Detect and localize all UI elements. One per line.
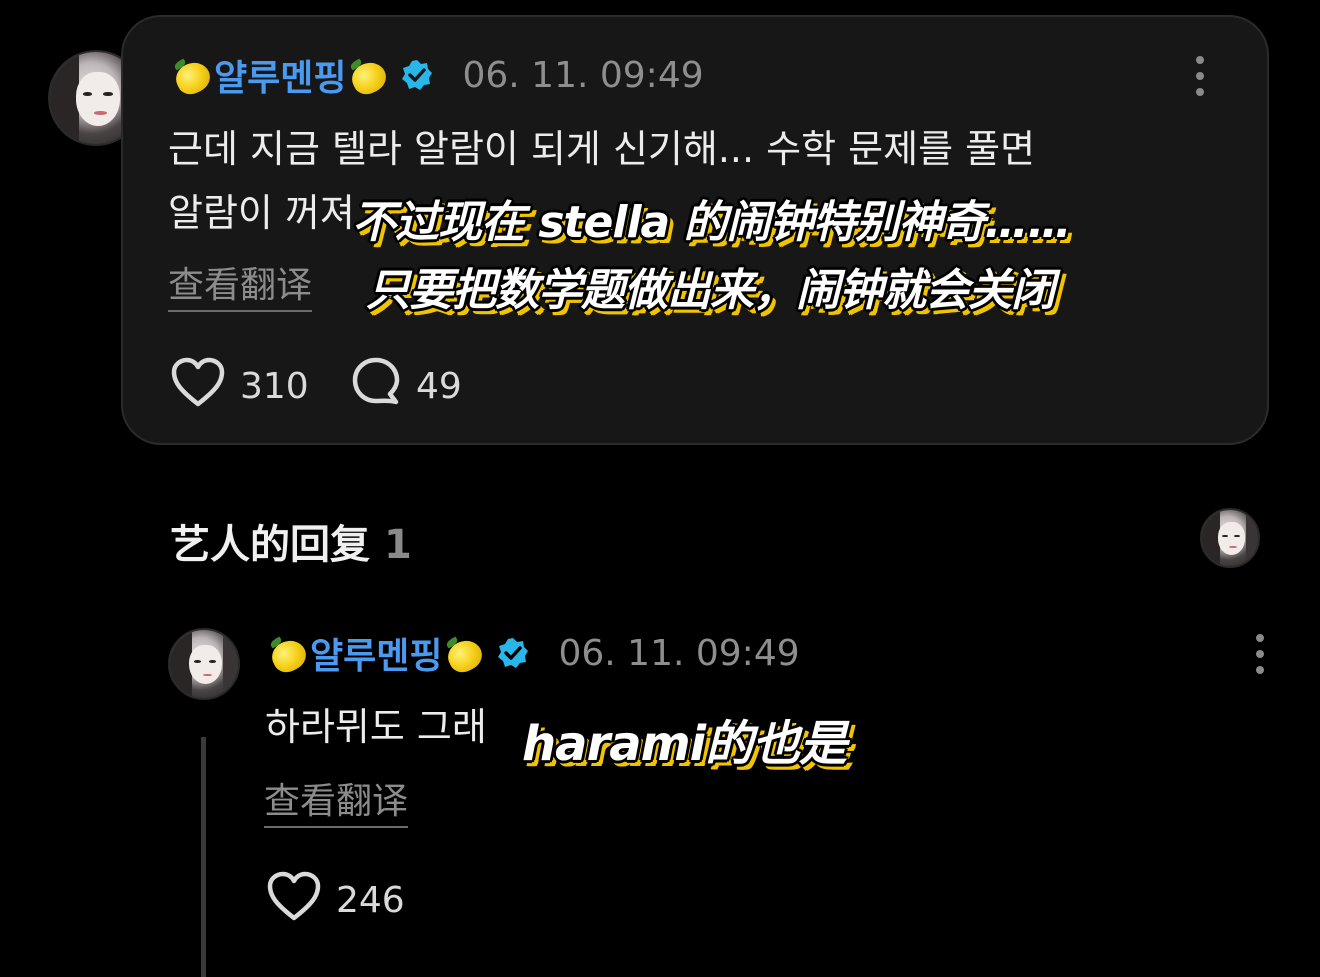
verified-badge-icon xyxy=(400,58,434,92)
lemon-icon xyxy=(268,633,308,673)
artist-replies-heading: 艺人的回复 1 xyxy=(170,512,412,570)
comment-text-line1: 근데 지금 텔라 알람이 되게 신기해... 수학 문제를 풀면 xyxy=(168,127,1036,171)
page: 얄루멘핑 06. 11. 09:49 근데 지금 텔라 알람이 되게 신기해..… xyxy=(0,0,1320,977)
lemon-icon xyxy=(444,633,484,673)
thread-line xyxy=(201,737,206,977)
reply-username[interactable]: 얄루멘핑 xyxy=(310,627,442,679)
reply-subtitle: harami的也是 xyxy=(522,716,847,772)
reply-like-count: 246 xyxy=(336,880,405,921)
comment-button[interactable]: 49 xyxy=(350,356,462,417)
more-options-icon[interactable] xyxy=(1195,56,1205,96)
artist-replies-count: 1 xyxy=(384,522,412,568)
like-button[interactable]: 310 xyxy=(170,356,309,417)
lemon-icon xyxy=(348,55,388,95)
reply-text: 하라뮈도 그래 xyxy=(265,705,487,749)
comment-bubble-icon xyxy=(350,356,402,417)
reply-more-options-icon[interactable] xyxy=(1255,634,1265,674)
subtitle-line1: 不过现在 stella 的闹钟特别神奇…… xyxy=(352,197,1072,248)
reply-avatar[interactable] xyxy=(168,628,240,700)
current-user-avatar[interactable] xyxy=(1200,508,1260,568)
reply-like-button[interactable]: 246 xyxy=(266,870,405,931)
reply-header: 얄루멘핑 06. 11. 09:49 xyxy=(268,628,800,678)
username[interactable]: 얄루멘핑 xyxy=(214,49,346,101)
heart-icon xyxy=(170,356,226,417)
reply-translate-link[interactable]: 查看翻译 xyxy=(264,772,409,828)
comment-date: 06. 11. 09:49 xyxy=(462,54,704,96)
translate-link[interactable]: 查看翻译 xyxy=(168,256,313,312)
lemon-icon xyxy=(172,55,212,95)
comment-header: 얄루멘핑 06. 11. 09:49 xyxy=(172,50,704,100)
artist-replies-title: 艺人的回复 xyxy=(170,522,370,568)
comment-count: 49 xyxy=(416,366,462,407)
subtitle-line2: 只要把数学题做出来，闹钟就会关闭 xyxy=(366,265,1055,316)
verified-badge-icon xyxy=(496,636,530,670)
heart-icon xyxy=(266,870,322,931)
comment-text-line2: 알람이 꺼져 xyxy=(168,191,355,235)
reply-date: 06. 11. 09:49 xyxy=(558,632,800,674)
like-count: 310 xyxy=(240,366,309,407)
